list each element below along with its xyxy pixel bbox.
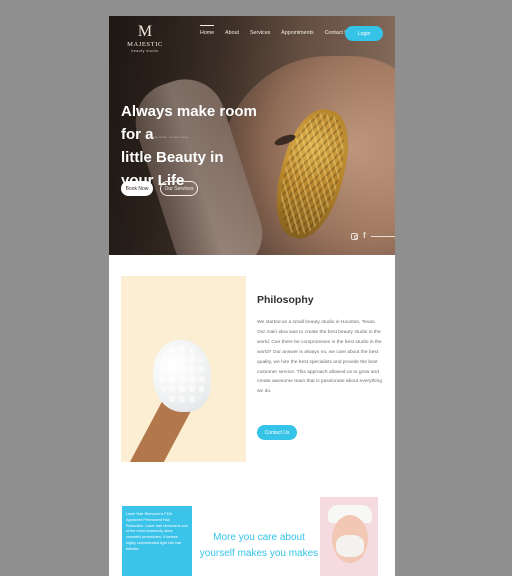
logo-tagline: beauty studio <box>131 49 159 53</box>
facebook-icon[interactable]: f <box>363 232 366 240</box>
hero-headline-line2: little Beauty in <box>121 149 224 166</box>
promo-info-box: Laser Hair Removal is FDA Approved Perma… <box>122 506 192 576</box>
our-services-button[interactable]: Our Services <box>160 181 198 196</box>
philosophy-title: Philosophy <box>257 294 314 306</box>
logo-name: MAJESTIC <box>127 41 163 48</box>
nav-home[interactable]: Home <box>200 25 215 36</box>
instagram-icon[interactable] <box>351 232 358 240</box>
promo-info-text: Laser Hair Removal is FDA Approved Perma… <box>126 512 188 551</box>
social-divider <box>370 235 395 237</box>
nav-about[interactable]: About <box>225 30 239 36</box>
logo-mark: M <box>137 23 153 40</box>
login-button[interactable]: Login <box>345 26 383 41</box>
philosophy-text: We started as a small beauty studio in H… <box>257 320 383 395</box>
hero-headline-line1: Always make room for a <box>121 103 257 143</box>
brand-logo[interactable]: M MAJESTIC beauty studio <box>123 23 167 67</box>
hero-banner: M MAJESTIC beauty studio Home About Serv… <box>109 16 395 255</box>
philosophy-image-foam-hands <box>121 276 246 462</box>
promo-image-face-mask <box>320 497 378 576</box>
hero-subline: beauty studio · houston texas <box>149 135 189 139</box>
promo-headline: More you care about yourself makes you m… <box>199 532 319 559</box>
contact-us-button[interactable]: Contact Us <box>257 425 297 440</box>
social-links: f <box>351 232 395 240</box>
book-now-button[interactable]: Book Now <box>121 181 153 196</box>
nav-appointments[interactable]: Appointments <box>281 30 313 36</box>
nav-services[interactable]: Services <box>250 30 270 36</box>
main-nav: Home About Services Appointments Contact… <box>200 25 351 36</box>
hero-headline: Always make room for a little Beauty in … <box>121 100 281 192</box>
website-page: M MAJESTIC beauty studio Home About Serv… <box>109 16 395 576</box>
